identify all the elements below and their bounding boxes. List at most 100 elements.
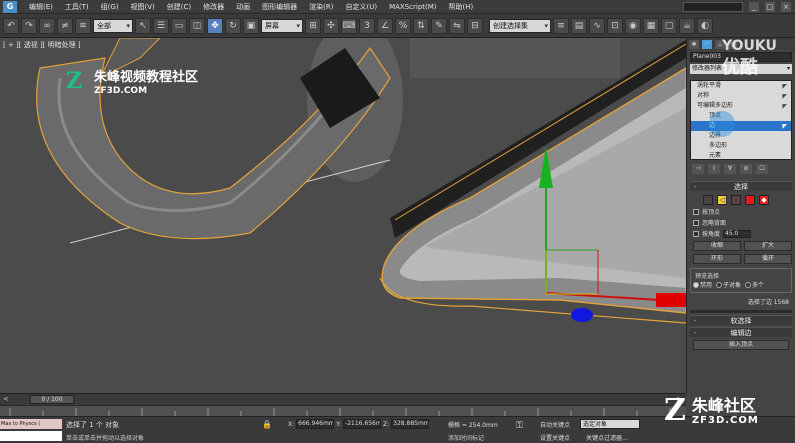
auto-key-button[interactable]: 自动关键点: [540, 420, 570, 429]
undo-icon[interactable]: ↶: [3, 17, 19, 34]
pin-stack-icon[interactable]: ⊣: [692, 164, 704, 174]
key-icon[interactable]: ⚿: [516, 421, 523, 431]
align-icon[interactable]: ⊟: [467, 17, 483, 34]
ring-button[interactable]: 环形: [693, 254, 741, 264]
redo-icon[interactable]: ↷: [21, 17, 37, 34]
key-selection-dropdown[interactable]: 选定对象: [580, 419, 640, 429]
element-mode-icon[interactable]: ◆: [759, 195, 769, 205]
menu-rendering[interactable]: 渲染(R): [303, 2, 339, 12]
bind-spacewarp-icon[interactable]: ≋: [75, 17, 91, 34]
select-object-icon[interactable]: ↖: [135, 17, 151, 34]
named-selection-set-dropdown[interactable]: 创建选择集: [489, 18, 551, 33]
y-coord-field[interactable]: -2116.656mm: [343, 419, 382, 429]
search-input[interactable]: [683, 1, 743, 12]
menu-customize[interactable]: 自定义(U): [339, 2, 383, 12]
stack-item-turbosmooth[interactable]: 涡轮平滑 ◤: [691, 81, 791, 91]
curve-editor-icon[interactable]: ∿: [589, 17, 605, 34]
tab-modify-icon[interactable]: ◠: [702, 39, 712, 49]
angle-spinner[interactable]: 45.0: [723, 229, 752, 238]
stack-item-edge[interactable]: 边 ◤: [691, 121, 791, 131]
menu-group[interactable]: 组(G): [95, 2, 125, 12]
menu-maxscript[interactable]: MAXScript(M): [383, 3, 442, 11]
snap-toggle-icon[interactable]: 3: [359, 17, 375, 34]
rollout-edit-edges-header[interactable]: 编辑边: [690, 327, 792, 338]
grow-button[interactable]: 扩大: [744, 241, 792, 251]
mirror-icon[interactable]: ⇋: [449, 17, 465, 34]
rollout-selection-header[interactable]: 选择: [690, 181, 792, 192]
material-editor-icon[interactable]: ◉: [625, 17, 641, 34]
scale-icon[interactable]: ▣: [243, 17, 259, 34]
stack-item-editable-poly[interactable]: 可编辑多边形 ◤: [691, 101, 791, 111]
viewport-perspective[interactable]: [ + ][ 透视 ][ 明暗处理 ] Z 朱峰视频教程社区 ZF3D.COM: [0, 38, 686, 393]
stack-item-vertex[interactable]: 顶点: [691, 111, 791, 121]
select-manipulate-icon[interactable]: ✣: [323, 17, 339, 34]
render-setup-icon[interactable]: ▦: [643, 17, 659, 34]
angle-snap-icon[interactable]: ∠: [377, 17, 393, 34]
border-mode-icon[interactable]: ○: [731, 195, 741, 205]
ignore-backfacing-checkbox[interactable]: 忽略背面: [693, 218, 792, 227]
graphite-tools-icon[interactable]: ▤: [571, 17, 587, 34]
selection-filter-dropdown[interactable]: 全部: [93, 18, 133, 33]
stack-item-border[interactable]: 边界: [691, 131, 791, 141]
rendered-frame-icon[interactable]: ▢: [661, 17, 677, 34]
rollout-soft-selection-header[interactable]: 软选择: [690, 315, 792, 326]
configure-sets-icon[interactable]: ☐: [756, 164, 768, 174]
spinner-snap-icon[interactable]: ⇅: [413, 17, 429, 34]
insert-vertex-button[interactable]: 插入顶点: [693, 340, 789, 350]
menu-modifiers[interactable]: 修改器: [197, 2, 230, 12]
preview-subobj-radio[interactable]: 子对象: [716, 280, 741, 289]
keyboard-shortcut-icon[interactable]: ⌨: [341, 17, 357, 34]
set-key-button[interactable]: 设置关键点: [540, 433, 570, 442]
stack-item-symmetry[interactable]: 对称 ◤: [691, 91, 791, 101]
select-by-name-icon[interactable]: ☰: [153, 17, 169, 34]
maxscript-listener[interactable]: Max to Physcs (: [0, 419, 62, 429]
minimize-icon[interactable]: _: [749, 1, 759, 12]
edit-named-selection-icon[interactable]: ✎: [431, 17, 447, 34]
prev-frame-icon[interactable]: <: [3, 395, 9, 403]
menu-graph-editors[interactable]: 图形编辑器: [256, 2, 303, 12]
viewport-label[interactable]: [ + ][ 透视 ][ 明暗处理 ]: [3, 40, 81, 50]
maximize-icon[interactable]: □: [765, 1, 775, 12]
time-slider-thumb[interactable]: 0 / 100: [30, 395, 74, 404]
menu-help[interactable]: 帮助(H): [443, 2, 480, 12]
by-vertex-checkbox[interactable]: 按顶点: [693, 207, 792, 216]
pivot-center-icon[interactable]: ⊞: [305, 17, 321, 34]
move-icon[interactable]: ✥: [207, 17, 223, 34]
x-coord-field[interactable]: 666.946mm: [296, 419, 335, 429]
menu-create[interactable]: 创建(C): [161, 2, 197, 12]
track-bar[interactable]: [0, 405, 686, 417]
show-end-result-icon[interactable]: Ⅰ: [708, 164, 720, 174]
percent-snap-icon[interactable]: %: [395, 17, 411, 34]
menu-edit[interactable]: 编辑(E): [23, 2, 59, 12]
rotate-icon[interactable]: ↻: [225, 17, 241, 34]
lock-icon[interactable]: 🔒: [262, 420, 272, 429]
shrink-button[interactable]: 收缩: [693, 241, 741, 251]
key-filters-button[interactable]: 关键点过滤器...: [586, 433, 628, 442]
preview-multi-radio[interactable]: 多个: [745, 280, 764, 289]
window-crossing-icon[interactable]: ◫: [189, 17, 205, 34]
z-coord-field[interactable]: 328.885mm: [391, 419, 430, 429]
tab-create-icon[interactable]: ✱: [689, 39, 699, 49]
layer-manager-icon[interactable]: ≡: [553, 17, 569, 34]
rect-selection-icon[interactable]: ▭: [171, 17, 187, 34]
app-logo-icon[interactable]: G: [3, 0, 17, 13]
render-production-icon[interactable]: ◐: [697, 17, 713, 34]
stack-item-element[interactable]: 元素: [691, 151, 791, 161]
unlink-icon[interactable]: ≠: [57, 17, 73, 34]
menu-views[interactable]: 视图(V): [125, 2, 161, 12]
make-unique-icon[interactable]: ∀: [724, 164, 736, 174]
add-time-tag[interactable]: 添加时间标记: [448, 433, 484, 442]
polygon-mode-icon[interactable]: [745, 195, 755, 205]
menu-animation[interactable]: 动画: [230, 2, 256, 12]
close-icon[interactable]: ×: [781, 1, 791, 12]
menu-tools[interactable]: 工具(T): [59, 2, 95, 12]
remove-modifier-icon[interactable]: ⊘: [740, 164, 752, 174]
edge-mode-icon[interactable]: ◁: [717, 195, 727, 205]
by-angle-checkbox[interactable]: 按角度 45.0: [693, 229, 792, 238]
select-link-icon[interactable]: ∞: [39, 17, 55, 34]
schematic-view-icon[interactable]: ⊡: [607, 17, 623, 34]
preview-off-radio[interactable]: 禁用: [693, 280, 712, 289]
time-slider[interactable]: < 0 / 100 >: [0, 393, 686, 405]
vertex-mode-icon[interactable]: ·: [703, 195, 713, 205]
reference-coord-dropdown[interactable]: 屏幕: [261, 18, 303, 33]
